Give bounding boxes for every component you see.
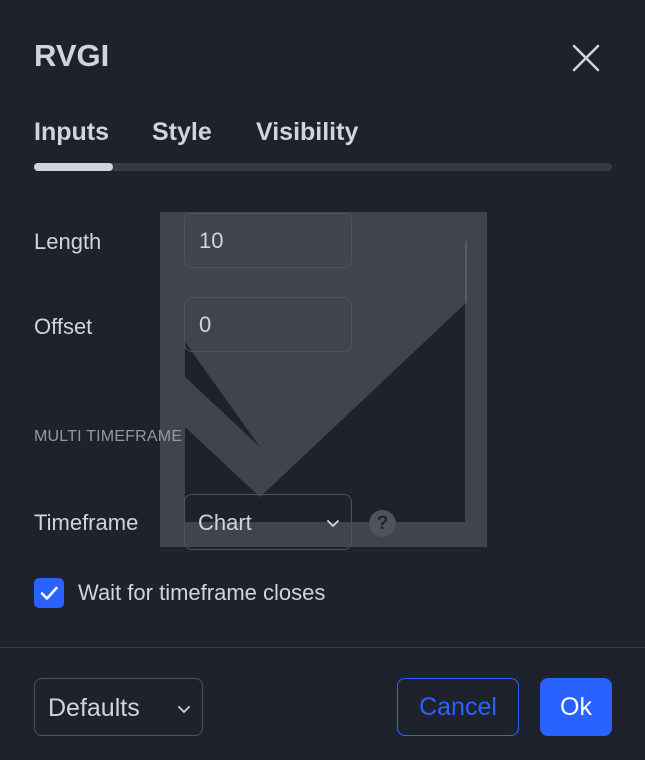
tab-inputs[interactable]: Inputs <box>34 118 109 147</box>
tab-scroll-track[interactable] <box>34 163 612 171</box>
timeframe-label: Timeframe <box>34 510 139 535</box>
offset-label: Offset <box>34 314 93 339</box>
cancel-button[interactable]: Cancel <box>397 678 519 736</box>
defaults-label: Defaults <box>48 694 140 722</box>
ok-button[interactable]: Ok <box>540 678 612 736</box>
length-input[interactable] <box>184 213 352 268</box>
wait-for-close-checkbox[interactable] <box>34 578 64 608</box>
checkmark-icon <box>40 586 58 600</box>
chevron-down-icon <box>178 706 190 713</box>
close-button[interactable] <box>566 38 606 78</box>
question-circle-icon[interactable]: ? <box>369 510 396 537</box>
offset-input[interactable] <box>184 297 352 352</box>
footer-divider <box>0 647 645 648</box>
length-label: Length <box>34 229 102 254</box>
dialog-title: RVGI <box>34 38 110 73</box>
close-icon <box>572 44 600 72</box>
defaults-dropdown[interactable]: Defaults <box>34 678 203 736</box>
wait-for-close-label[interactable]: Wait for timeframe closes <box>78 580 325 606</box>
indicator-settings-dialog: RVGI Inputs Style Visibility Length Offs… <box>0 0 645 760</box>
chevron-down-icon <box>327 520 339 527</box>
tab-active-indicator <box>34 163 113 171</box>
tab-visibility[interactable]: Visibility <box>256 118 358 147</box>
tab-style[interactable]: Style <box>152 118 212 147</box>
multi-timeframe-header: MULTI TIMEFRAME <box>34 428 183 445</box>
timeframe-selected-value: Chart <box>198 510 252 535</box>
timeframe-select[interactable]: Chart <box>184 494 352 550</box>
